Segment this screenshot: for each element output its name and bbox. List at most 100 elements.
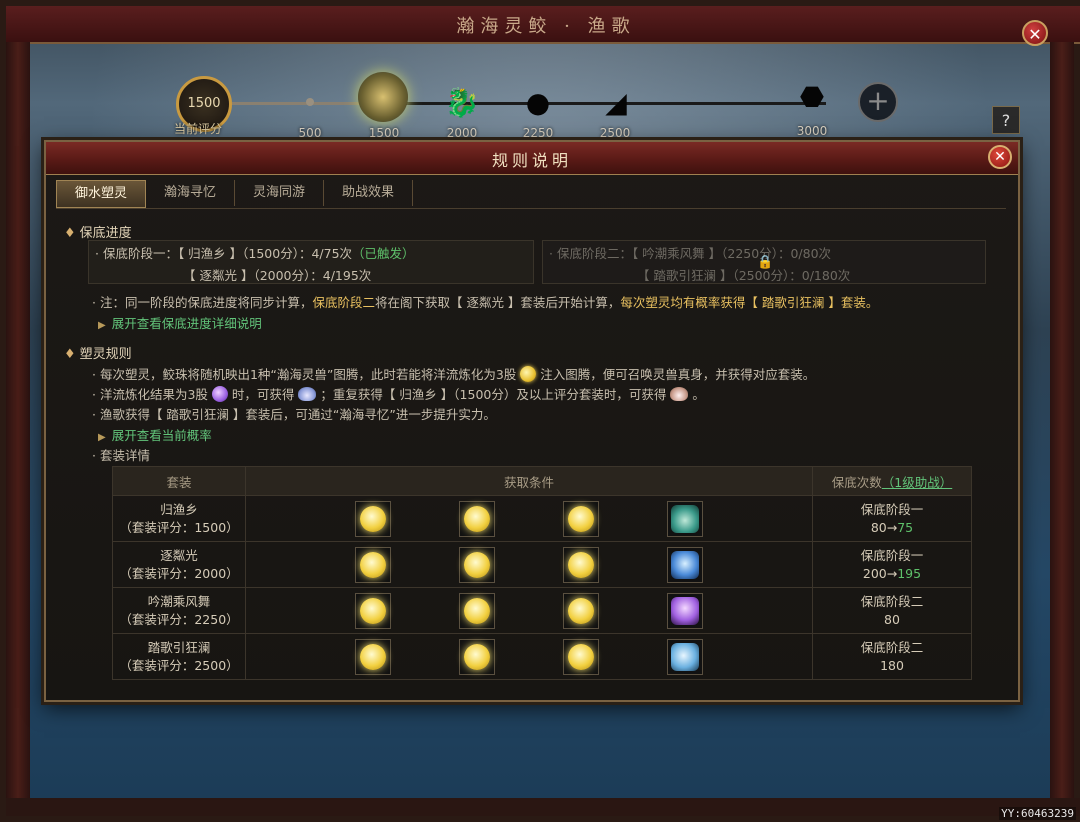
guarantee-stage: 保底阶段二 — [860, 593, 924, 609]
table-row: 踏歌引狂澜 （套装评分：2500） 保底阶段二 180 — [112, 633, 972, 680]
suit-name-cell: 踏歌引狂澜 （套装评分：2500） — [112, 633, 246, 680]
guarantee-stage: 保底阶段二 — [860, 639, 924, 655]
jellyfish-silhouette-icon[interactable]: ● — [518, 86, 558, 120]
milestone-value: 2500 — [599, 126, 631, 140]
stage1-line2: 【 逐粼光 】（2000分）：4/195次 — [183, 268, 372, 283]
guarantee-stage2-box: · 保底阶段二：【 吟潮乘风舞 】（2250分）：0/80次 【 踏歌引狂澜 】… — [542, 240, 986, 284]
stage2-line2: 【 踏歌引狂澜 】（2500分）：0/180次 — [637, 268, 851, 283]
coin-slot[interactable] — [563, 500, 599, 537]
expand-guarantee-link[interactable]: ▶ 展开查看保底进度详细说明 — [98, 313, 262, 332]
coin-slot[interactable] — [459, 638, 495, 675]
suit-score: （套装评分：2000） — [119, 565, 239, 581]
lock-icon: 🔒 — [757, 255, 774, 270]
guarantee-cell: 保底阶段一 200→195 — [812, 541, 972, 588]
suit-name: 逐粼光 — [160, 547, 198, 563]
table-row: 逐粼光 （套装评分：2000） 保底阶段一 200→195 — [112, 541, 972, 588]
gold-coin-icon — [568, 505, 594, 532]
boss-silhouette-icon[interactable]: ⬣ — [792, 80, 832, 114]
assist-level-link[interactable]: （1级助战） — [882, 475, 952, 490]
tab-water-spirit[interactable]: 御水塑灵 — [56, 180, 147, 208]
coin-slot[interactable] — [355, 500, 391, 537]
guarantee-count: 80 — [884, 611, 900, 627]
guarantee-stage: 保底阶段一 — [860, 501, 924, 517]
diamond-icon: ♦ — [64, 226, 76, 241]
dolphin-icon — [671, 642, 699, 671]
beast-slot[interactable] — [667, 592, 703, 629]
window-close-button[interactable]: ✕ — [1022, 20, 1048, 46]
left-frame-decoration — [6, 42, 30, 812]
suit-score: （套装评分：2500） — [119, 657, 239, 673]
guarantee-cell: 保底阶段二 80 — [812, 587, 972, 634]
condition-cell — [245, 587, 813, 634]
guarantee-heading: ♦ 保底进度 — [64, 226, 132, 241]
gold-coin-icon — [568, 597, 594, 624]
rules-heading: ♦ 塑灵规则 — [64, 347, 132, 362]
milestone-value: 1500 — [368, 126, 400, 140]
pearl-shell-icon — [670, 387, 689, 401]
beast-slot[interactable] — [667, 638, 703, 675]
tab-assist-effect[interactable]: 助战效果 — [324, 180, 414, 206]
dragon-silhouette-icon[interactable]: 🐉 — [442, 86, 482, 120]
dialog-title: 规则说明 — [491, 151, 572, 170]
coin-slot[interactable] — [355, 546, 391, 583]
dialog-close-button[interactable]: ✕ — [988, 145, 1012, 169]
tab-bar: 御水塑灵 瀚海寻忆 灵海同游 助战效果 — [56, 180, 1006, 209]
milestone-1500[interactable]: 1500 — [344, 122, 424, 141]
add-button[interactable]: + — [858, 82, 898, 122]
tab-sea-travel[interactable]: 灵海同游 — [235, 180, 325, 206]
gold-coin-icon — [360, 597, 386, 624]
expand-probability-link[interactable]: ▶ 展开查看当前概率 — [98, 425, 212, 444]
suit-name: 吟潮乘风舞 — [147, 593, 211, 609]
beast-slot[interactable] — [667, 546, 703, 583]
guarantee-note: · 注：同一阶段的保底进度将同步计算，保底阶段二将在阁下获取【 逐粼光 】套装后… — [92, 295, 879, 310]
milestone-value: 3000 — [796, 124, 828, 138]
milestone-2000[interactable]: 2000 — [422, 122, 502, 141]
gold-coin-icon — [360, 551, 386, 578]
help-button[interactable]: ? — [992, 106, 1020, 134]
col-suit: 套装 — [112, 466, 246, 496]
gold-coin-icon — [464, 505, 490, 532]
window-titlebar: 瀚海灵鲛 · 渔歌 — [6, 6, 1080, 44]
stage1-line1: · 保底阶段一：【 归渔乡 】（1500分）：4/75次（已触发） — [95, 246, 415, 261]
milestone-3000[interactable]: 3000 — [772, 120, 852, 139]
suit-name-cell: 吟潮乘风舞 （套装评分：2250） — [112, 587, 246, 634]
milestone-2250[interactable]: 2250 — [498, 122, 578, 141]
coin-slot[interactable] — [459, 592, 495, 629]
col-guarantee: 保底次数（1级助战） — [812, 466, 972, 496]
suit-name: 踏歌引狂澜 — [147, 639, 211, 655]
gold-coin-icon — [464, 643, 490, 670]
beast-slot[interactable] — [667, 500, 703, 537]
table-row: 吟潮乘风舞 （套装评分：2250） 保底阶段二 80 — [112, 587, 972, 634]
coin-slot[interactable] — [563, 546, 599, 583]
gold-coin-icon — [464, 551, 490, 578]
coin-slot[interactable] — [563, 638, 599, 675]
track-line-filled — [232, 102, 368, 105]
crab-icon — [671, 504, 699, 533]
coin-slot[interactable] — [563, 592, 599, 629]
gold-coin-icon — [360, 505, 386, 532]
triangle-right-icon: ▶ — [98, 432, 106, 443]
coin-slot[interactable] — [355, 638, 391, 675]
guarantee-cell: 保底阶段一 80→75 — [812, 495, 972, 542]
current-coin-icon — [520, 366, 537, 382]
active-beast-orb[interactable] — [358, 72, 408, 122]
condition-cell — [245, 633, 813, 680]
tab-sea-memory[interactable]: 瀚海寻忆 — [146, 180, 236, 206]
rules-line1: · 每次塑灵，鲛珠将随机映出1种“瀚海灵兽”图腾，此时若能将洋流炼化为3股 注入… — [92, 366, 816, 382]
guarantee-count: 180 — [880, 657, 904, 673]
table-row: 归渔乡 （套装评分：1500） 保底阶段一 80→75 — [112, 495, 972, 542]
coin-slot[interactable] — [459, 546, 495, 583]
milestone-2500[interactable]: 2500 — [575, 122, 655, 141]
coin-slot[interactable] — [355, 592, 391, 629]
condition-cell — [245, 495, 813, 542]
jellyfish-icon — [671, 596, 699, 625]
coin-slot[interactable] — [459, 500, 495, 537]
rules-line2: · 洋流炼化结果为3股 时，可获得 ；重复获得【 归渔乡 】（1500分）及以上… — [92, 386, 705, 402]
guarantee-stage: 保底阶段一 — [860, 547, 924, 563]
dolphin-silhouette-icon[interactable]: ◢ — [596, 86, 636, 120]
purple-orb-icon — [211, 386, 228, 402]
guarantee-stage1-box: · 保底阶段一：【 归渔乡 】（1500分）：4/75次（已触发） 【 逐粼光 … — [88, 240, 534, 284]
seahorse-icon — [671, 550, 699, 579]
milestone-500[interactable]: 500 — [270, 98, 350, 141]
gold-coin-icon — [360, 643, 386, 670]
